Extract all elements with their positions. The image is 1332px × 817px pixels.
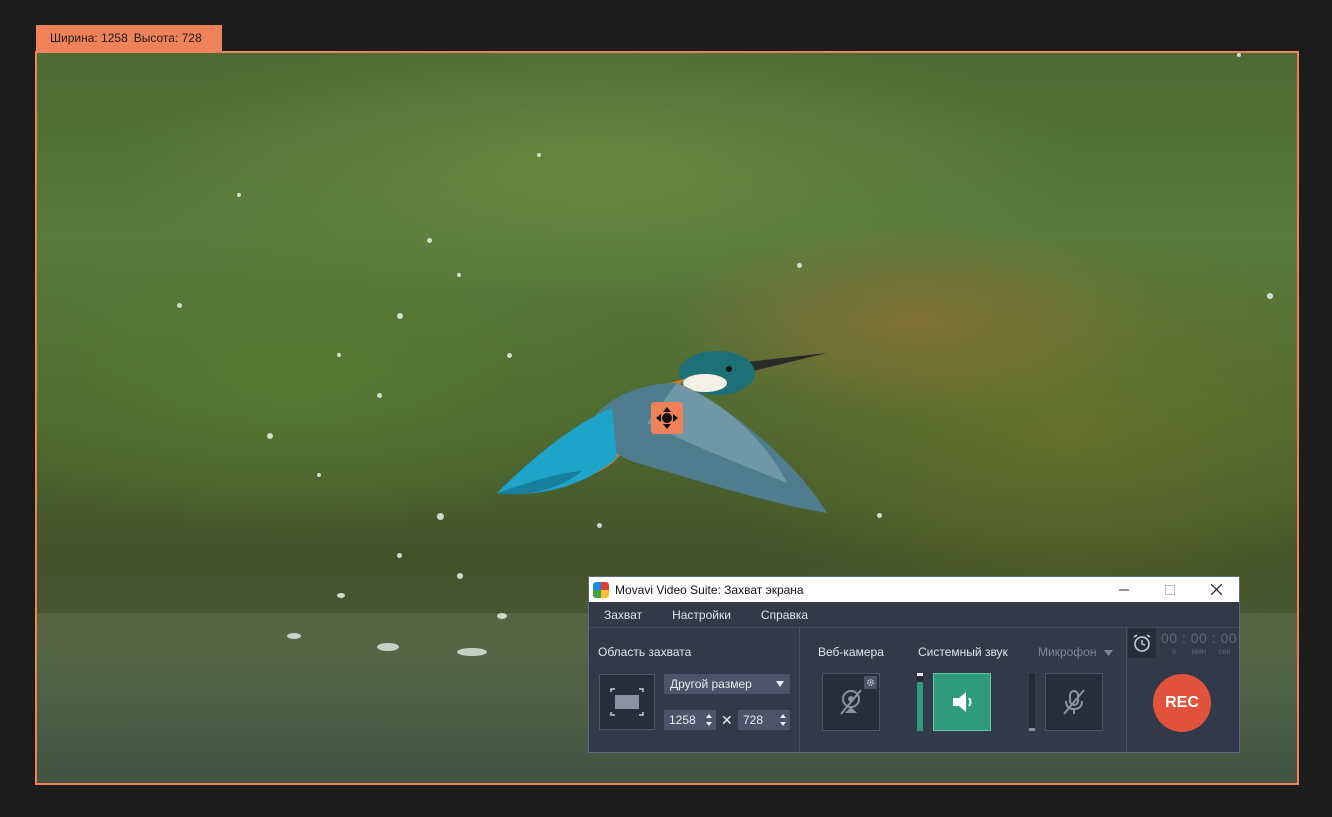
select-area-button[interactable] <box>599 674 655 730</box>
chevron-down-icon <box>776 681 784 687</box>
devices-panel: Веб-камера Системный звук Микрофон <box>800 628 1127 752</box>
microphone-level-meter <box>1029 673 1035 731</box>
move-handle[interactable] <box>651 402 683 434</box>
rec-button[interactable]: REC <box>1153 674 1211 732</box>
system-audio-level-meter <box>917 673 923 731</box>
maximize-button[interactable] <box>1147 577 1193 602</box>
webcam-off-icon <box>840 689 862 715</box>
level-peak-marker <box>1029 728 1035 731</box>
timer-unit-minutes: мин <box>1191 647 1207 656</box>
width-value: 1258 <box>669 713 696 727</box>
minimize-button[interactable] <box>1101 577 1147 602</box>
schedule-timer-button[interactable] <box>1128 628 1156 658</box>
webcam-label: Веб-камера <box>818 645 884 659</box>
width-readout: Ширина: 1258 <box>50 31 128 45</box>
stepper-arrows-icon[interactable] <box>705 712 713 728</box>
capture-size-badge: Ширина: 1258 Высота: 728 <box>36 25 222 51</box>
height-readout: Высота: 728 <box>133 31 202 45</box>
capture-area-panel: Область захвата Другой размер 1258 ✕ 728 <box>589 628 800 752</box>
size-preset-value: Другой размер <box>670 677 752 691</box>
recording-panel: 00 : 00 : 00 ч мин сек REC <box>1127 628 1239 752</box>
stepper-arrows-icon[interactable] <box>779 712 787 728</box>
capture-app-window: Movavi Video Suite: Захват экрана Захват… <box>588 576 1240 753</box>
microphone-label[interactable]: Микрофон <box>1038 645 1113 659</box>
system-audio-level-fill <box>917 681 923 731</box>
height-input[interactable]: 728 <box>738 710 790 730</box>
system-audio-toggle[interactable] <box>933 673 991 731</box>
width-input[interactable]: 1258 <box>664 710 716 730</box>
capture-area-icon <box>610 688 644 716</box>
menu-help[interactable]: Справка <box>761 608 808 622</box>
webcam-settings-button[interactable] <box>864 676 877 689</box>
system-audio-label: Системный звук <box>918 645 1008 659</box>
window-title: Movavi Video Suite: Захват экрана <box>615 582 804 597</box>
app-logo-icon <box>593 581 609 598</box>
timer-units: ч мин сек <box>1161 647 1237 656</box>
menu-bar: Захват Настройки Справка <box>589 602 1239 628</box>
microphone-off-icon <box>1063 689 1085 715</box>
dimension-separator: ✕ <box>721 712 733 728</box>
gear-icon <box>867 679 874 686</box>
close-icon <box>1210 584 1222 595</box>
capture-area-label: Область захвата <box>598 645 692 659</box>
recording-timer: 00 : 00 : 00 <box>1161 630 1238 646</box>
move-arrows-icon <box>656 407 678 429</box>
microphone-toggle[interactable] <box>1045 673 1103 731</box>
size-preset-select[interactable]: Другой размер <box>664 674 790 694</box>
chevron-down-icon <box>1103 650 1113 656</box>
webcam-toggle[interactable] <box>822 673 880 731</box>
speaker-icon <box>953 692 972 712</box>
height-value: 728 <box>743 713 764 727</box>
level-peak-marker <box>917 673 923 676</box>
alarm-clock-icon <box>1133 634 1151 652</box>
maximize-icon <box>1165 584 1175 595</box>
minimize-icon <box>1119 589 1129 590</box>
close-button[interactable] <box>1193 577 1239 602</box>
menu-capture[interactable]: Захват <box>604 608 642 622</box>
timer-unit-hours: ч <box>1171 647 1176 656</box>
title-bar[interactable]: Movavi Video Suite: Захват экрана <box>589 577 1239 602</box>
timer-unit-seconds: сек <box>1218 647 1231 656</box>
microphone-label-text: Микрофон <box>1038 645 1097 659</box>
menu-settings[interactable]: Настройки <box>672 608 731 622</box>
